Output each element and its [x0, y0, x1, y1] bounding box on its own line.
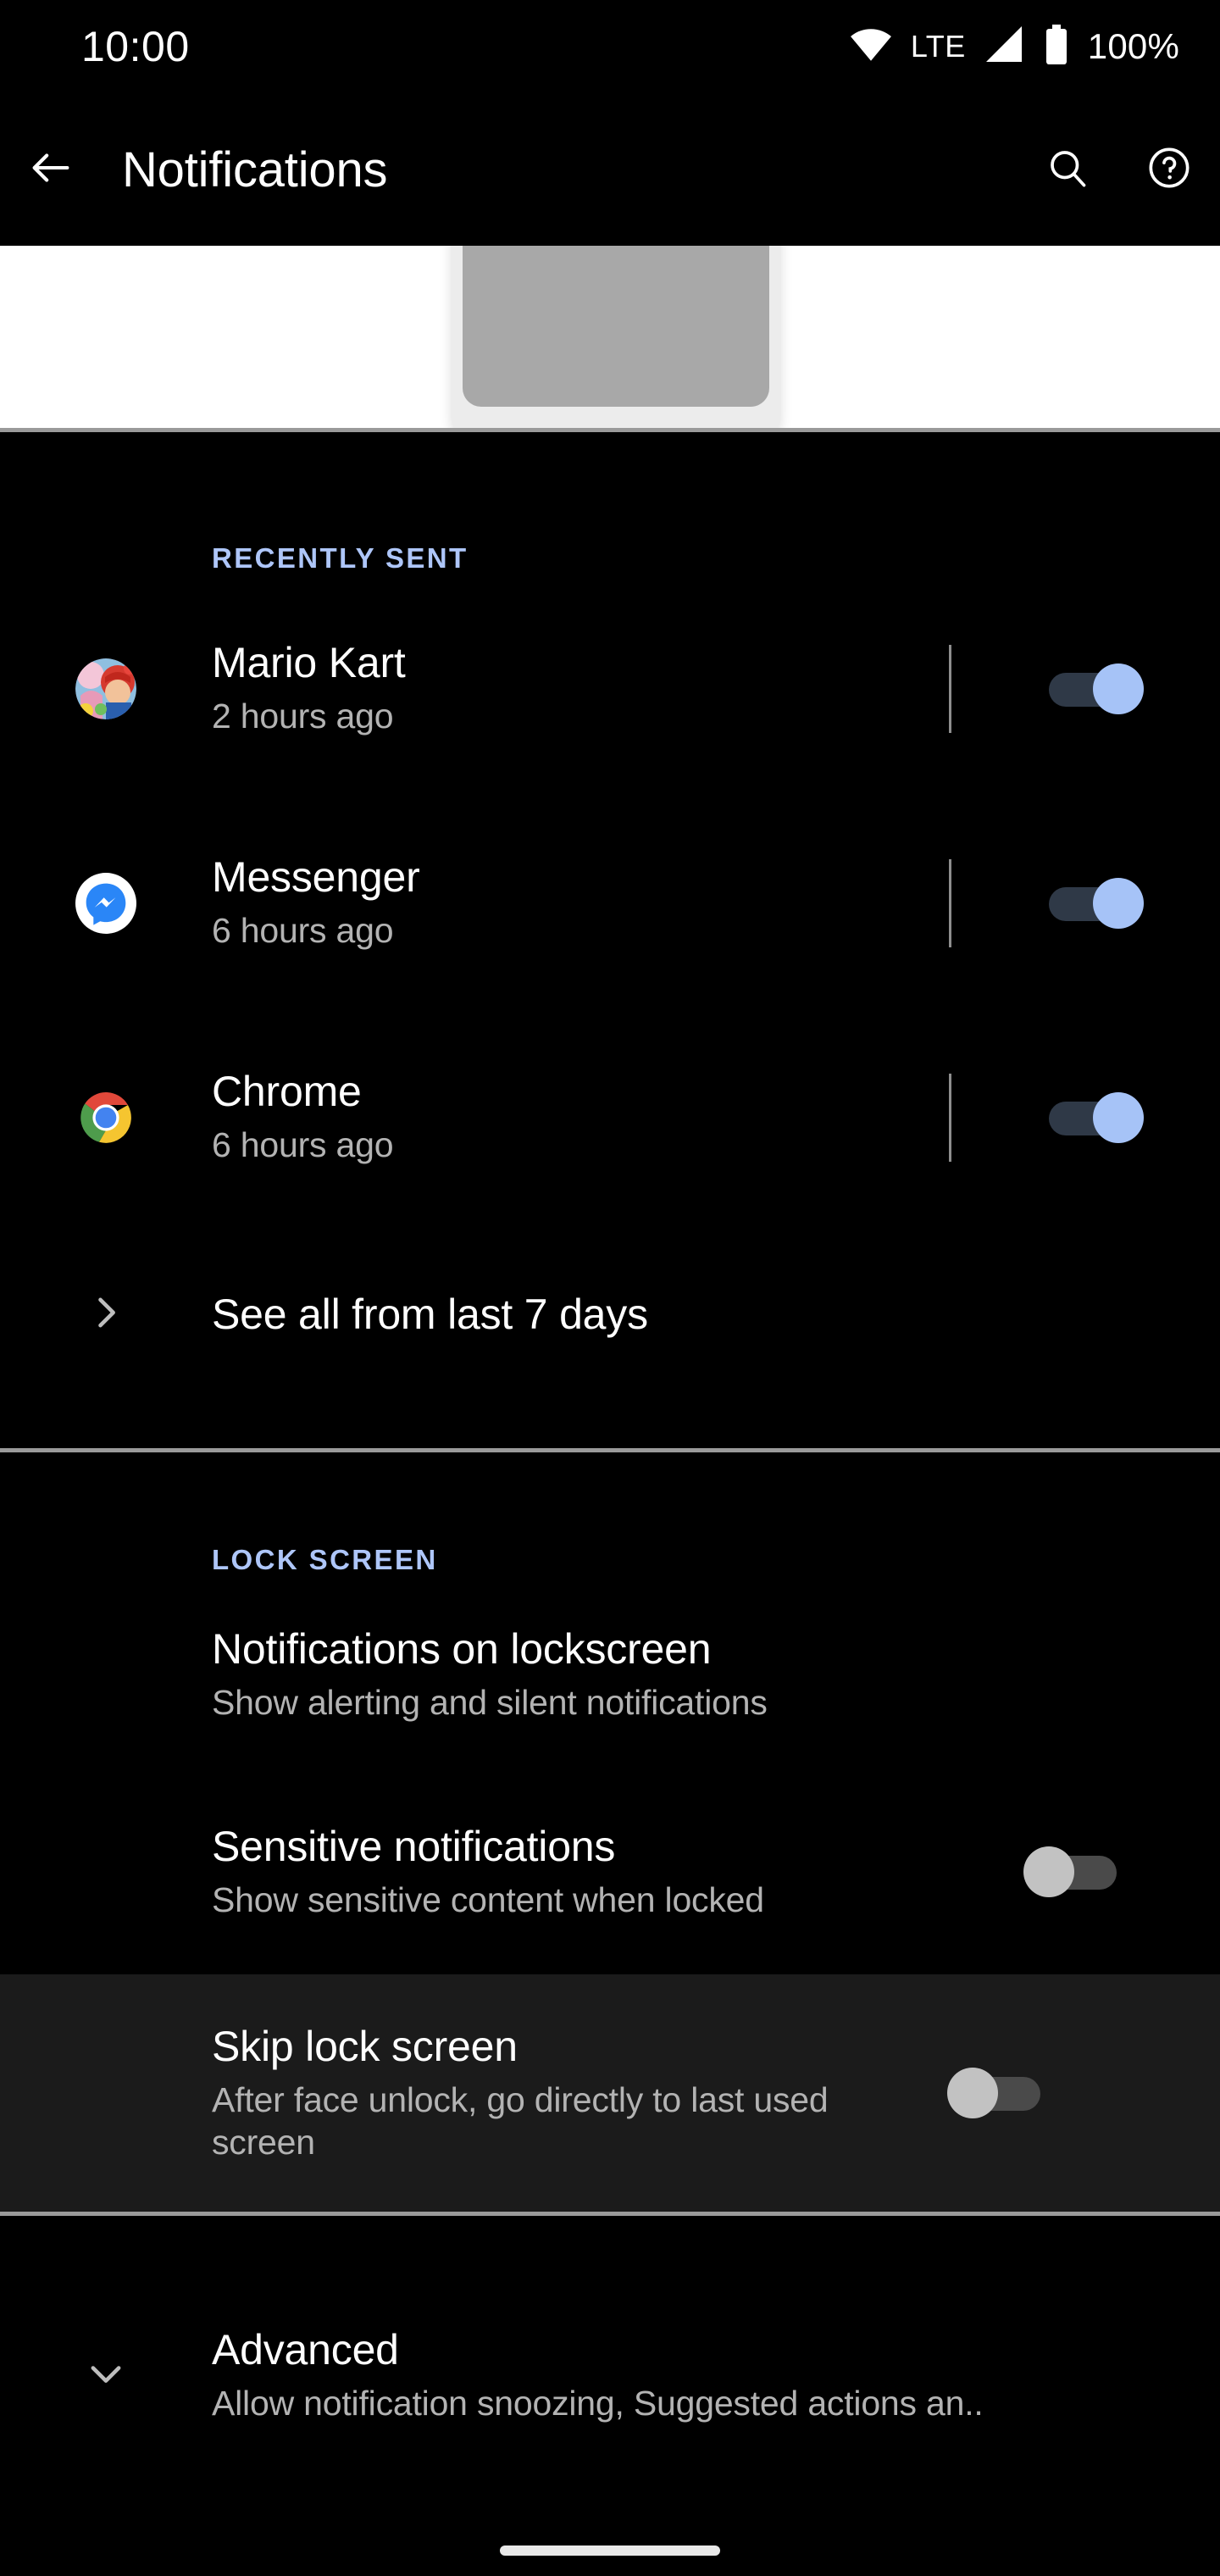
list-item[interactable]: Chrome 6 hours ago	[0, 1056, 1220, 1179]
toggle-messenger[interactable]	[1044, 875, 1144, 931]
app-icon-container	[0, 872, 212, 934]
list-item-text: Sensitive notifications Show sensitive c…	[212, 1823, 949, 1921]
notifications-illustration	[0, 246, 1220, 428]
list-item-subtitle: 6 hours ago	[212, 911, 394, 951]
help-icon	[1147, 146, 1191, 194]
mario-kart-icon	[75, 658, 136, 719]
phone-illustration-frame	[451, 246, 781, 428]
signal-icon	[984, 25, 1025, 68]
help-button[interactable]	[1118, 146, 1220, 194]
advanced-icon-container	[0, 2351, 212, 2400]
status-bar: 10:00 LTE 100%	[0, 0, 1220, 93]
list-item-skip-lock-screen[interactable]: Skip lock screen After face unlock, go d…	[0, 1974, 1220, 2212]
toggle-thumb	[947, 2068, 998, 2118]
gesture-navigation-bar[interactable]	[500, 2545, 720, 2556]
search-icon	[1045, 146, 1090, 194]
list-item-title: Mario Kart	[212, 639, 406, 687]
list-item-title: Notifications on lockscreen	[212, 1625, 712, 1673]
toggle-thumb	[1093, 877, 1144, 929]
phone-illustration-screen	[463, 246, 769, 407]
list-item-subtitle: Show sensitive content when locked	[212, 1879, 764, 1919]
list-item-trailing	[949, 644, 1220, 733]
messenger-icon	[75, 872, 136, 934]
status-bar-clock: 10:00	[81, 23, 190, 70]
toggle-chrome[interactable]	[1044, 1090, 1144, 1146]
list-item-text: Messenger 6 hours ago	[212, 853, 949, 952]
vertical-divider	[949, 858, 951, 947]
list-item-title: Skip lock screen	[212, 2022, 518, 2070]
advanced-title: Advanced	[212, 2325, 399, 2373]
see-all-icon-container	[0, 1291, 212, 1339]
advanced-text: Advanced Allow notification snoozing, Su…	[212, 2326, 1220, 2424]
app-icon-container	[0, 1086, 212, 1148]
chevron-down-icon	[84, 2351, 128, 2400]
list-item-trailing	[949, 858, 1220, 947]
section-divider	[0, 2212, 1220, 2216]
list-item-sensitive-notifications[interactable]: Sensitive notifications Show sensitive c…	[0, 1808, 1220, 1935]
battery-icon	[1044, 24, 1069, 69]
list-item-title: Messenger	[212, 853, 420, 902]
list-item-title: Chrome	[212, 1068, 362, 1116]
section-header-recently-sent: RECENTLY SENT	[212, 542, 469, 574]
vertical-divider	[949, 644, 951, 733]
list-item[interactable]: Messenger 6 hours ago	[0, 841, 1220, 964]
battery-percent-label: 100%	[1087, 26, 1179, 66]
advanced-subtitle: Allow notification snoozing, Suggested a…	[212, 2383, 984, 2423]
back-arrow-icon	[26, 143, 75, 197]
see-all-row[interactable]: See all from last 7 days	[0, 1263, 1220, 1365]
section-header-lock-screen: LOCK SCREEN	[212, 1544, 438, 1575]
chrome-icon	[75, 1086, 136, 1148]
network-type-label: LTE	[910, 29, 966, 64]
list-item-text: Skip lock screen After face unlock, go d…	[212, 2023, 873, 2163]
app-bar: Notifications	[0, 93, 1220, 246]
list-item-subtitle: 2 hours ago	[212, 697, 394, 736]
toggle-skip-lock-screen[interactable]	[947, 2065, 1047, 2121]
toggle-thumb	[1093, 663, 1144, 714]
vertical-divider	[949, 1073, 951, 1162]
list-item-subtitle: 6 hours ago	[212, 1125, 394, 1165]
wifi-icon	[850, 28, 892, 65]
settings-content: RECENTLY SENT Mario Kart 2 hours ago Mes…	[0, 432, 1220, 2443]
toggle-sensitive-notifications[interactable]	[1023, 1844, 1123, 1900]
toggle-thumb	[1093, 1091, 1144, 1143]
app-icon-container	[0, 658, 212, 719]
list-item-subtitle: Show alerting and silent notifications	[212, 1683, 768, 1722]
page-title: Notifications	[122, 142, 388, 197]
see-all-label: See all from last 7 days	[212, 1291, 648, 1338]
list-item-notifications-on-lockscreen[interactable]: Notifications on lockscreen Show alertin…	[0, 1625, 1220, 1752]
list-item-text: Mario Kart 2 hours ago	[212, 639, 949, 737]
list-item-text: Chrome 6 hours ago	[212, 1068, 949, 1166]
chevron-right-icon	[84, 1291, 128, 1339]
toggle-mario-kart[interactable]	[1044, 661, 1144, 717]
toggle-thumb	[1023, 1846, 1074, 1897]
list-item-text: Notifications on lockscreen Show alertin…	[212, 1625, 949, 1724]
list-item-trailing	[949, 1073, 1220, 1162]
list-item[interactable]: Mario Kart 2 hours ago	[0, 627, 1220, 750]
status-bar-icons: LTE 100%	[850, 24, 1179, 69]
back-button[interactable]	[0, 143, 102, 197]
list-item-title: Sensitive notifications	[212, 1822, 616, 1870]
list-item-subtitle: After face unlock, go directly to last u…	[212, 2079, 829, 2162]
list-item-trailing	[873, 2065, 1144, 2121]
phone-screen: 10:00 LTE 100% Notifications RECENTLY SE…	[0, 0, 1220, 2576]
advanced-expander-row[interactable]: Advanced Allow notification snoozing, Su…	[0, 2307, 1220, 2443]
see-all-text: See all from last 7 days	[212, 1291, 1220, 1338]
search-button[interactable]	[1017, 146, 1118, 194]
list-item-trailing	[949, 1844, 1220, 1900]
